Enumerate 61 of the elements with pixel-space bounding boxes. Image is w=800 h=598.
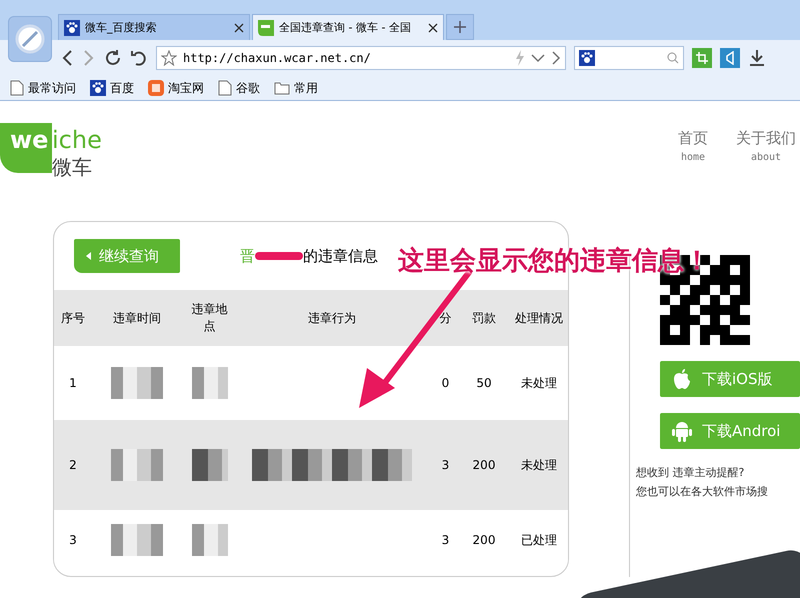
bookmark-link[interactable]: 百度: [90, 80, 134, 96]
table-cell: 200: [464, 420, 504, 510]
crop-icon[interactable]: [692, 48, 712, 68]
go-icon[interactable]: [551, 51, 561, 65]
paw-icon: [90, 80, 106, 96]
folder-icon: [274, 81, 290, 95]
nav-link[interactable]: 首页 home: [678, 129, 708, 163]
result-title: 晋 的违章信息: [240, 246, 378, 266]
pixelated-block: [192, 524, 228, 556]
column-header: 序号: [54, 290, 92, 346]
table-cell: 2: [54, 420, 92, 510]
column-header: 违章地点: [182, 290, 237, 346]
column-header: 违章行为: [237, 290, 427, 346]
hint-text: 您也可以在各大软件市场搜: [636, 484, 768, 499]
pixelated-block: [111, 524, 163, 556]
column-header: 违章时间: [92, 290, 182, 346]
bookmark-link[interactable]: 常用: [274, 80, 318, 96]
page-icon: [10, 80, 24, 96]
nav-link[interactable]: 关于我们 about: [736, 129, 796, 163]
paw-icon: [64, 20, 80, 36]
reminder-text: 想收到 违章主动提醒?: [636, 465, 746, 480]
close-icon[interactable]: [428, 22, 438, 32]
taobao-icon: [148, 80, 164, 96]
pixelated-block: [192, 367, 228, 399]
site-logo-icon: [258, 20, 274, 36]
caret-icon: [86, 252, 91, 260]
logo-chinese-text: 微车: [52, 157, 93, 177]
browser-tab[interactable]: 全国违章查询 - 微车 - 全国: [252, 14, 444, 40]
bookmark-link[interactable]: 谷歌: [218, 80, 260, 96]
search-icon[interactable]: [667, 52, 679, 64]
android-icon: [672, 420, 692, 442]
pixelated-block: [111, 367, 163, 399]
table-cell: 3: [427, 420, 464, 510]
undo-icon[interactable]: [130, 49, 148, 67]
site-logo[interactable]: we iche 微车: [0, 123, 102, 177]
plus-icon: [453, 20, 467, 34]
search-field[interactable]: [574, 46, 684, 70]
close-icon[interactable]: [234, 22, 244, 32]
page-icon: [218, 80, 232, 96]
pixelated-block: [192, 449, 228, 481]
back-icon[interactable]: [60, 49, 74, 67]
bookmark-link[interactable]: 最常访问: [10, 80, 76, 96]
redaction-mark: [255, 252, 303, 260]
column-header: 罚款: [464, 290, 504, 346]
new-tab-button[interactable]: [446, 14, 474, 40]
address-bar[interactable]: http://chaxun.wcar.net.cn/: [156, 46, 566, 70]
logo-text: iche: [52, 125, 102, 156]
speaker-icon[interactable]: [720, 48, 740, 68]
download-icon[interactable]: [748, 49, 766, 67]
pixelated-block: [111, 449, 163, 481]
apple-icon: [672, 368, 692, 390]
logo-mark: we: [0, 123, 52, 173]
refresh-icon[interactable]: [104, 49, 122, 67]
browser-logo-icon[interactable]: [8, 16, 52, 62]
browser-tab[interactable]: 微车_百度搜索: [58, 14, 250, 40]
dropdown-icon[interactable]: [531, 53, 545, 63]
paw-icon: [579, 50, 595, 66]
table-cell: 未处理: [504, 420, 568, 510]
bookmark-link[interactable]: 淘宝网: [148, 80, 204, 96]
star-icon[interactable]: [161, 50, 177, 66]
column-header: 处理情况: [504, 290, 568, 346]
